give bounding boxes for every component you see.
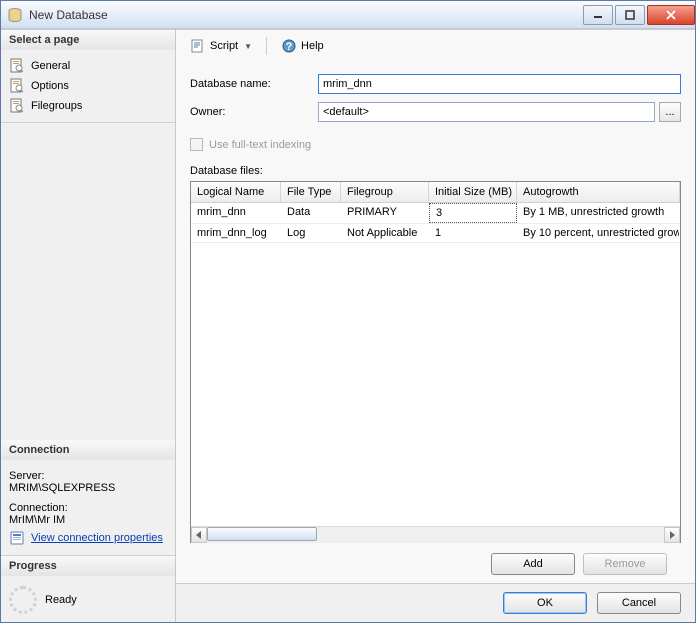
scroll-right-button[interactable] bbox=[664, 527, 680, 543]
main-panel: Script ▼ ? Help Database name: Owner: bbox=[176, 30, 695, 622]
script-icon bbox=[190, 38, 206, 54]
server-label: Server: bbox=[9, 470, 167, 482]
page-properties-icon bbox=[9, 78, 25, 94]
server-value: MRIM\SQLEXPRESS bbox=[9, 482, 167, 494]
sidebar-item-label: General bbox=[31, 60, 70, 72]
cancel-button[interactable]: Cancel bbox=[597, 592, 681, 614]
ok-button[interactable]: OK bbox=[503, 592, 587, 614]
sidebar-item-label: Filegroups bbox=[31, 100, 82, 112]
select-page-section: Select a page General Options Filegroups bbox=[1, 30, 175, 123]
connection-label: Connection: bbox=[9, 502, 167, 514]
horizontal-scrollbar[interactable] bbox=[191, 526, 680, 542]
window-frame: New Database Select a page General Optio… bbox=[0, 0, 696, 623]
sidebar-spacer bbox=[1, 123, 175, 440]
cell-size[interactable]: 3 bbox=[429, 203, 517, 223]
sidebar-item-options[interactable]: Options bbox=[9, 76, 167, 96]
cell-filegroup: Not Applicable bbox=[341, 224, 429, 242]
fulltext-label: Use full-text indexing bbox=[209, 139, 311, 151]
cell-logical: mrim_dnn_log bbox=[191, 224, 281, 242]
sidebar-item-label: Options bbox=[31, 80, 69, 92]
dialog-footer: OK Cancel bbox=[176, 583, 695, 622]
col-header-autogrowth[interactable]: Autogrowth bbox=[517, 182, 680, 202]
scroll-track[interactable] bbox=[207, 527, 664, 543]
view-connection-properties-text: View connection properties bbox=[31, 532, 163, 544]
col-header-logical[interactable]: Logical Name bbox=[191, 182, 281, 202]
scroll-thumb[interactable] bbox=[207, 527, 317, 541]
col-header-size[interactable]: Initial Size (MB) bbox=[429, 182, 517, 202]
connection-section: Connection Server: MRIM\SQLEXPRESS Conne… bbox=[1, 440, 175, 556]
progress-section: Progress Ready bbox=[1, 556, 175, 622]
scroll-left-button[interactable] bbox=[191, 527, 207, 543]
grid-header-row: Logical Name File Type Filegroup Initial… bbox=[191, 182, 680, 203]
page-properties-icon bbox=[9, 58, 25, 74]
minimize-button[interactable] bbox=[583, 5, 613, 25]
owner-input[interactable] bbox=[318, 102, 655, 122]
table-row[interactable]: mrim_dnn Data PRIMARY 3 By 1 MB, unrestr… bbox=[191, 203, 680, 224]
view-connection-properties-link[interactable]: View connection properties bbox=[9, 530, 163, 546]
cell-size: 1 bbox=[429, 224, 517, 242]
script-button[interactable]: Script ▼ bbox=[186, 36, 256, 56]
progress-header: Progress bbox=[1, 556, 175, 576]
toolbar-separator bbox=[266, 37, 267, 55]
help-button[interactable]: ? Help bbox=[277, 36, 328, 56]
maximize-button[interactable] bbox=[615, 5, 645, 25]
script-label: Script bbox=[210, 40, 238, 52]
col-header-type[interactable]: File Type bbox=[281, 182, 341, 202]
cell-type: Data bbox=[281, 203, 341, 223]
close-button[interactable] bbox=[647, 5, 695, 25]
toolbar: Script ▼ ? Help bbox=[176, 30, 695, 62]
dialog-body: Select a page General Options Filegroups bbox=[1, 29, 695, 622]
cell-logical: mrim_dnn bbox=[191, 203, 281, 223]
help-label: Help bbox=[301, 40, 324, 52]
progress-spinner-icon bbox=[9, 586, 37, 614]
connection-header: Connection bbox=[1, 440, 175, 460]
grid-actions: Add Remove bbox=[190, 543, 681, 583]
grid-body: mrim_dnn Data PRIMARY 3 By 1 MB, unrestr… bbox=[191, 203, 680, 526]
progress-status: Ready bbox=[45, 594, 77, 606]
svg-text:?: ? bbox=[286, 41, 293, 53]
db-name-label: Database name: bbox=[190, 78, 318, 90]
page-properties-icon bbox=[9, 98, 25, 114]
cell-autogrowth: By 1 MB, unrestricted growth bbox=[517, 203, 680, 223]
connection-value: MrIM\Mr IM bbox=[9, 514, 167, 526]
add-button[interactable]: Add bbox=[491, 553, 575, 575]
chevron-down-icon: ▼ bbox=[244, 42, 252, 51]
window-title: New Database bbox=[29, 8, 108, 22]
select-page-header: Select a page bbox=[1, 30, 175, 50]
properties-icon bbox=[9, 530, 25, 546]
remove-button: Remove bbox=[583, 553, 667, 575]
db-name-row: Database name: bbox=[190, 74, 681, 94]
owner-browse-button[interactable]: ... bbox=[659, 102, 681, 122]
db-name-input[interactable] bbox=[318, 74, 681, 94]
fulltext-checkbox bbox=[190, 138, 203, 151]
cell-type: Log bbox=[281, 224, 341, 242]
titlebar[interactable]: New Database bbox=[1, 1, 695, 29]
cell-filegroup: PRIMARY bbox=[341, 203, 429, 223]
sidebar-item-general[interactable]: General bbox=[9, 56, 167, 76]
database-icon bbox=[7, 7, 23, 23]
database-files-label: Database files: bbox=[190, 165, 681, 177]
col-header-filegroup[interactable]: Filegroup bbox=[341, 182, 429, 202]
fulltext-row: Use full-text indexing bbox=[190, 138, 681, 151]
titlebar-left: New Database bbox=[7, 7, 108, 23]
owner-row: Owner: ... bbox=[190, 102, 681, 122]
window-controls bbox=[581, 5, 695, 25]
database-files-grid[interactable]: Logical Name File Type Filegroup Initial… bbox=[190, 181, 681, 543]
ellipsis-icon: ... bbox=[665, 106, 674, 118]
cell-autogrowth: By 10 percent, unrestricted growth bbox=[517, 224, 680, 242]
sidebar-item-filegroups[interactable]: Filegroups bbox=[9, 96, 167, 116]
table-row[interactable]: mrim_dnn_log Log Not Applicable 1 By 10 … bbox=[191, 224, 680, 243]
sidebar: Select a page General Options Filegroups bbox=[1, 30, 176, 622]
help-icon: ? bbox=[281, 38, 297, 54]
content-area: Database name: Owner: ... Use full-text … bbox=[176, 62, 695, 583]
owner-label: Owner: bbox=[190, 106, 318, 118]
